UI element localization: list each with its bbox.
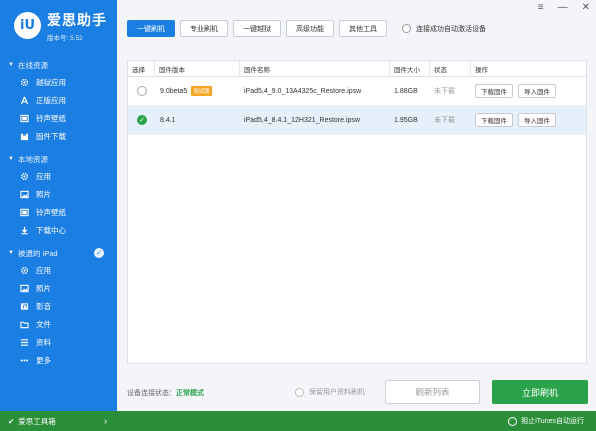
firmware-name: iPad5,4_8.4.1_12H321_Restore.ipsw xyxy=(244,116,360,124)
minimize-icon[interactable]: — xyxy=(558,2,568,13)
app-logo: iU xyxy=(14,12,41,39)
photo-icon xyxy=(19,283,29,293)
sidebar-item-official-apps[interactable]: 正版应用 xyxy=(0,91,117,109)
col-status: 状态 xyxy=(430,60,471,77)
folder-icon xyxy=(19,319,29,329)
col-name: 固件名称 xyxy=(240,60,390,77)
list-icon xyxy=(19,337,29,347)
stop-itunes-option[interactable]: 阻止iTunes自动运行 xyxy=(508,416,584,426)
firmware-version: 8.4.1 xyxy=(160,116,176,124)
sidebar: iU 爱思助手 版本号: 5.52 ▼ 在线资源 越狱应用 正版应用 铃声壁纸 … xyxy=(0,0,117,431)
section-device[interactable]: ▼ 被遗的 iPad ✓ xyxy=(0,245,117,261)
check-circle-icon: ✓ xyxy=(94,248,104,258)
col-version: 固件版本 xyxy=(155,60,240,77)
connection-mode: 正常模式 xyxy=(176,390,204,397)
connection-status: 设备连接状态：正常模式 xyxy=(127,390,204,397)
table-row[interactable]: ✓ 8.4.1 iPad5,4_8.4.1_12H321_Restore.ips… xyxy=(128,106,586,135)
firmware-table: 选择 固件版本 固件名称 固件大小 状态 操作 9.0beta5 测试版 iPa… xyxy=(127,60,587,364)
gear-icon xyxy=(19,171,29,181)
status-bar: 阻止iTunes自动运行 xyxy=(117,411,596,431)
sidebar-item-jailbreak-apps[interactable]: 越狱应用 xyxy=(0,73,117,91)
tab-pro-flash[interactable]: 专业刷机 xyxy=(180,20,228,37)
window-controls: ≡ — ✕ xyxy=(538,2,590,13)
section-local-resources[interactable]: ▼ 本地资源 xyxy=(0,151,117,167)
col-size: 固件大小 xyxy=(390,60,430,77)
row-selected-check-icon[interactable]: ✓ xyxy=(137,115,147,125)
refresh-list-button[interactable]: 刷新列表 xyxy=(385,380,480,404)
firmware-status: 未下载 xyxy=(434,88,455,95)
tab-one-click-flash[interactable]: 一键刷机 xyxy=(127,20,175,37)
menu-icon[interactable]: ≡ xyxy=(538,2,544,13)
gear-icon xyxy=(19,77,29,87)
photo-icon xyxy=(19,189,29,199)
firmware-name: iPad5,4_9.0_13A4325c_Restore.ipsw xyxy=(244,87,362,95)
sidebar-item-device-media[interactable]: 影音 xyxy=(0,297,117,315)
box-icon xyxy=(19,131,29,141)
firmware-status: 未下载 xyxy=(434,117,455,124)
flash-now-button[interactable]: 立即刷机 xyxy=(492,380,588,404)
section-online-resources[interactable]: ▼ 在线资源 xyxy=(0,57,117,73)
keep-data-radio[interactable] xyxy=(295,387,304,397)
sidebar-item-local-apps[interactable]: 应用 xyxy=(0,167,117,185)
gear-icon xyxy=(19,265,29,275)
stop-itunes-radio[interactable] xyxy=(508,416,518,426)
triangle-down-icon: ▼ xyxy=(8,156,14,162)
triangle-down-icon: ▼ xyxy=(8,62,14,68)
keep-data-option[interactable]: 保留用户资料刷机 xyxy=(295,387,365,397)
sidebar-item-firmware-download[interactable]: 固件下载 xyxy=(0,127,117,145)
firmware-version: 9.0beta5 xyxy=(160,87,188,95)
tab-advanced[interactable]: 高级功能 xyxy=(286,20,334,37)
sidebar-item-ringtones-wallpapers[interactable]: 铃声壁纸 xyxy=(0,109,117,127)
download-firmware-button[interactable]: 下载固件 xyxy=(475,113,513,127)
more-icon xyxy=(19,355,29,365)
import-firmware-button[interactable]: 导入固件 xyxy=(518,84,556,98)
brand: iU 爱思助手 版本号: 5.52 xyxy=(0,0,117,51)
app-version: 版本号: 5.52 xyxy=(47,34,83,42)
app-store-icon xyxy=(19,95,29,105)
toolbox-button[interactable]: ✔ 爱思工具箱 › xyxy=(0,411,117,431)
film-icon xyxy=(19,113,29,123)
sidebar-item-device-data[interactable]: 资料 xyxy=(0,333,117,351)
download-firmware-button[interactable]: 下载固件 xyxy=(475,84,513,98)
auto-activate-option[interactable]: 连接成功自动激活设备 xyxy=(402,24,486,34)
check-icon: ✔ xyxy=(8,416,15,426)
beta-badge: 测试版 xyxy=(191,86,212,96)
col-actions: 操作 xyxy=(475,66,488,74)
table-row[interactable]: 9.0beta5 测试版 iPad5,4_9.0_13A4325c_Restor… xyxy=(128,77,586,106)
close-icon[interactable]: ✕ xyxy=(582,2,590,13)
col-select: 选择 xyxy=(128,60,155,77)
import-firmware-button[interactable]: 导入固件 xyxy=(518,113,556,127)
auto-activate-radio[interactable] xyxy=(402,24,411,33)
tab-other-tools[interactable]: 其他工具 xyxy=(339,20,387,37)
app-name: 爱思助手 xyxy=(47,11,107,28)
sidebar-item-device-files[interactable]: 文件 xyxy=(0,315,117,333)
tab-one-click-jailbreak[interactable]: 一键越狱 xyxy=(233,20,281,37)
chevron-right-icon: › xyxy=(104,416,107,426)
table-header: 选择 固件版本 固件名称 固件大小 状态 操作 xyxy=(128,60,586,77)
music-icon xyxy=(19,301,29,311)
firmware-size: 1.88GB xyxy=(394,87,418,95)
sidebar-item-local-ringtones[interactable]: 铃声壁纸 xyxy=(0,203,117,221)
download-icon xyxy=(19,225,29,235)
row-select-radio[interactable] xyxy=(137,86,147,96)
tab-bar: 一键刷机 专业刷机 一键越狱 高级功能 其他工具 连接成功自动激活设备 xyxy=(127,20,486,37)
sidebar-item-local-photos[interactable]: 照片 xyxy=(0,185,117,203)
sidebar-item-device-more[interactable]: 更多 xyxy=(0,351,117,369)
firmware-size: 1.95GB xyxy=(394,116,418,124)
sidebar-item-device-photos[interactable]: 照片 xyxy=(0,279,117,297)
sidebar-item-download-center[interactable]: 下载中心 xyxy=(0,221,117,239)
film-icon xyxy=(19,207,29,217)
sidebar-item-device-apps[interactable]: 应用 xyxy=(0,261,117,279)
triangle-down-icon: ▼ xyxy=(8,250,14,256)
